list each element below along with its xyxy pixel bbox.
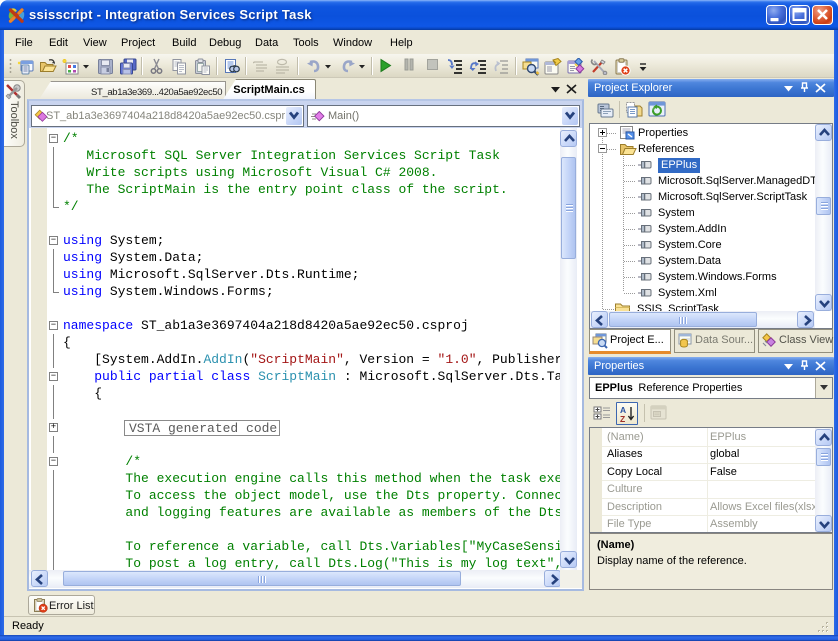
- svg-text:Z: Z: [620, 414, 625, 423]
